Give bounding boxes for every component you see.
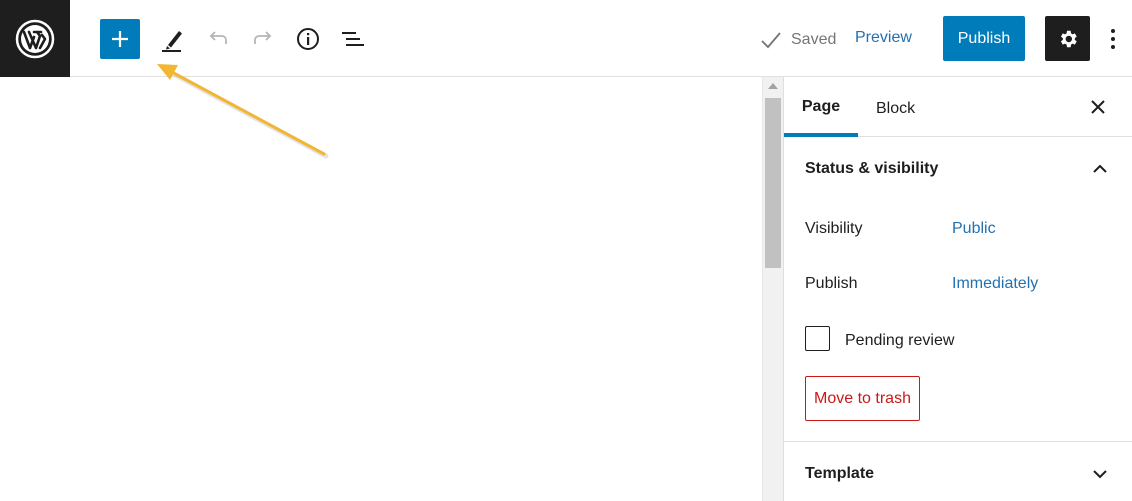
visibility-label: Visibility <box>805 220 863 237</box>
sidebar-tabs: Page Block <box>784 77 1132 137</box>
template-toggle[interactable] <box>1088 462 1112 486</box>
publish-label: Publish <box>805 275 858 292</box>
list-view-icon <box>342 32 364 46</box>
visibility-value-button[interactable]: Public <box>952 220 996 238</box>
info-icon <box>297 28 319 50</box>
pending-review-checkbox[interactable] <box>805 326 830 351</box>
tab-page[interactable]: Page <box>784 77 858 137</box>
gear-icon <box>1060 30 1077 47</box>
checkmark-icon <box>761 32 781 49</box>
section-divider <box>784 441 1132 442</box>
publish-date-button[interactable]: Immediately <box>952 275 1038 293</box>
publish-button[interactable]: Publish <box>943 16 1025 61</box>
redo-icon <box>254 31 272 44</box>
wordpress-logo[interactable] <box>0 0 70 77</box>
tab-block[interactable]: Block <box>876 77 915 137</box>
editor-header: Saved Preview Publish <box>0 0 1132 77</box>
chevron-up-icon <box>1093 164 1107 173</box>
plus-icon <box>112 31 128 47</box>
scroll-up-arrow-icon[interactable] <box>768 83 778 89</box>
undo-icon <box>209 31 227 44</box>
preview-button[interactable]: Preview <box>855 29 912 47</box>
status-visibility-toggle[interactable] <box>1088 157 1112 181</box>
redo-button[interactable] <box>243 19 283 59</box>
undo-button[interactable] <box>198 19 238 59</box>
settings-button[interactable] <box>1045 16 1090 61</box>
close-sidebar-button[interactable] <box>1086 95 1110 119</box>
settings-sidebar: Page Block Status & visibility Visibilit… <box>783 77 1132 501</box>
block-inserter-button[interactable] <box>100 19 140 59</box>
canvas-scrollbar[interactable] <box>762 77 783 501</box>
saved-label: Saved <box>791 31 837 48</box>
close-icon <box>1091 100 1105 114</box>
move-to-trash-button[interactable]: Move to trash <box>805 376 920 421</box>
pending-review-label[interactable]: Pending review <box>845 332 954 350</box>
vertical-ellipsis-icon <box>1111 29 1115 49</box>
editor-canvas[interactable] <box>0 77 762 501</box>
scrollbar-thumb[interactable] <box>765 98 781 268</box>
saved-status: Saved <box>760 28 836 52</box>
list-view-button[interactable] <box>333 19 373 59</box>
wordpress-icon <box>15 19 55 58</box>
chevron-down-icon <box>1093 470 1107 479</box>
template-title[interactable]: Template <box>805 465 874 483</box>
details-button[interactable] <box>288 19 328 59</box>
pencil-icon <box>162 31 182 52</box>
status-visibility-title[interactable]: Status & visibility <box>805 160 938 178</box>
more-options-button[interactable] <box>1103 24 1123 54</box>
tools-button[interactable] <box>152 19 192 59</box>
